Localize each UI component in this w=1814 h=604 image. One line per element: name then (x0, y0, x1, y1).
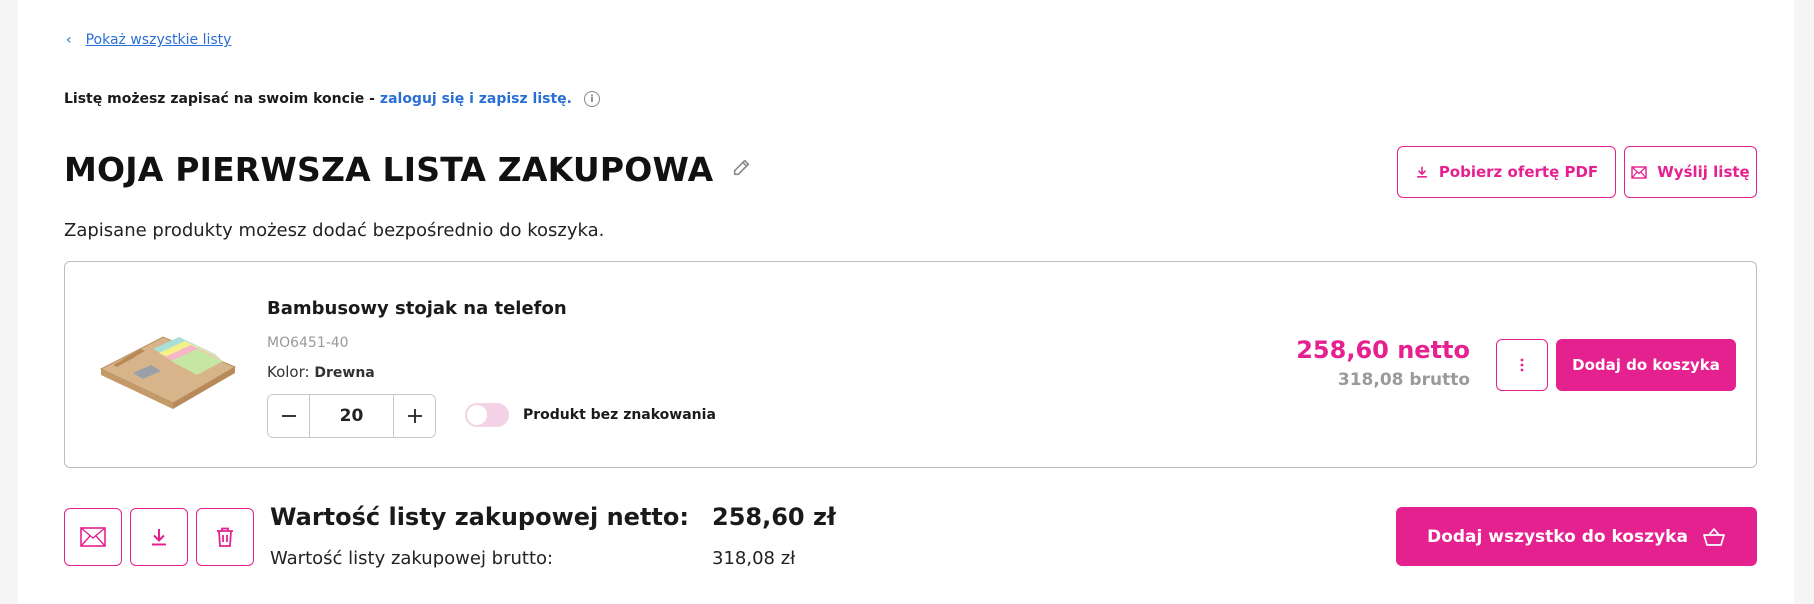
download-icon (1417, 166, 1427, 178)
basket-icon (1703, 527, 1725, 546)
send-list-button[interactable]: Wyślij listę (1624, 146, 1757, 198)
increase-quantity-button[interactable] (393, 395, 435, 437)
login-note: Listę możesz zapisać na swoim koncie - z… (64, 91, 600, 107)
send-list-label: Wyślij listę (1657, 163, 1750, 181)
page-subtitle: Zapisane produkty możesz dodać bezpośred… (64, 220, 605, 241)
add-all-label: Dodaj wszystko do koszyka (1427, 526, 1688, 547)
chevron-left-icon: ‹ (66, 32, 72, 48)
product-image (99, 336, 237, 409)
download-list-button[interactable] (130, 508, 188, 566)
page-title: MOJA PIERWSZA LISTA ZAKUPOWA (64, 150, 714, 189)
plus-icon (407, 409, 422, 423)
page: ‹ Pokaż wszystkie listy Listę możesz zap… (18, 0, 1794, 604)
add-all-to-cart-button[interactable]: Dodaj wszystko do koszyka (1396, 507, 1757, 566)
summary-gross-label: Wartość listy zakupowej brutto: (270, 548, 554, 569)
no-marking-toggle-row: Produkt bez znakowania (465, 403, 716, 427)
quantity-input[interactable] (310, 395, 393, 437)
product-name[interactable]: Bambusowy stojak na telefon (267, 298, 567, 319)
show-all-lists-link[interactable]: Pokaż wszystkie listy (86, 32, 232, 48)
decrease-quantity-button[interactable] (268, 395, 310, 437)
trash-icon (217, 527, 233, 547)
summary-net-value: 258,60 zł (712, 503, 836, 531)
login-save-link[interactable]: zaloguj się i zapisz listę. (380, 91, 572, 107)
minus-icon (281, 415, 296, 417)
download-pdf-button[interactable]: Pobierz ofertę PDF (1397, 146, 1616, 198)
mail-icon (1631, 165, 1647, 179)
price-net: 258,60 netto (1296, 336, 1470, 364)
delete-list-button[interactable] (196, 508, 254, 566)
download-pdf-label: Pobierz ofertę PDF (1438, 163, 1599, 181)
summary-gross-value: 318,08 zł (712, 548, 796, 569)
login-note-text: Listę możesz zapisać na swoim koncie - (64, 91, 375, 107)
title-row: MOJA PIERWSZA LISTA ZAKUPOWA (64, 150, 753, 189)
product-card: Bambusowy stojak na telefon MO6451-40 Ko… (64, 261, 1757, 468)
color-label: Kolor: (267, 363, 310, 381)
toggle-knob (467, 405, 487, 425)
add-to-cart-button[interactable]: Dodaj do koszyka (1556, 339, 1736, 391)
download-icon (152, 529, 166, 546)
product-sku: MO6451-40 (267, 335, 349, 351)
more-vertical-icon (1520, 358, 1524, 372)
back-link[interactable]: ‹ Pokaż wszystkie listy (66, 32, 231, 48)
email-list-button[interactable] (64, 508, 122, 566)
price-gross: 318,08 brutto (1337, 370, 1470, 390)
product-color: Kolor: Drewna (267, 363, 375, 381)
summary-net-label: Wartość listy zakupowej netto: (270, 503, 689, 531)
more-options-button[interactable] (1496, 339, 1548, 391)
quantity-stepper (267, 394, 436, 438)
info-icon[interactable]: i (583, 91, 600, 107)
edit-pencil-icon[interactable] (731, 156, 753, 184)
mail-icon (80, 527, 106, 547)
no-marking-label: Produkt bez znakowania (523, 407, 716, 423)
color-value: Drewna (314, 365, 375, 381)
no-marking-toggle[interactable] (465, 403, 509, 427)
